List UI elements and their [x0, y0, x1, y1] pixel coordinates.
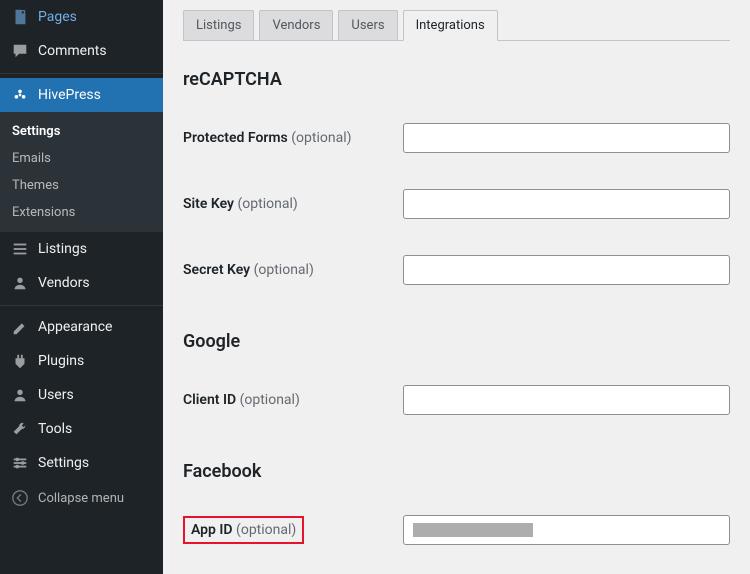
menu-label: Pages — [38, 9, 77, 25]
tools-icon — [10, 419, 30, 439]
redacted-value — [413, 523, 533, 537]
menu-label: HivePress — [38, 87, 101, 103]
section-recaptcha: reCAPTCHA Protected Forms (optional) Sit… — [163, 41, 750, 303]
menu-label: Plugins — [38, 353, 84, 369]
tab-listings[interactable]: Listings — [183, 10, 254, 40]
menu-listings[interactable]: Listings — [0, 232, 163, 266]
input-client-id[interactable] — [403, 385, 730, 415]
label-app-id: App ID (optional) — [183, 516, 403, 544]
settings-icon — [10, 453, 30, 473]
submenu-extensions[interactable]: Extensions — [0, 199, 163, 226]
hivepress-icon — [10, 85, 30, 105]
menu-appearance[interactable]: Appearance — [0, 310, 163, 344]
input-protected-forms[interactable] — [403, 123, 730, 153]
section-facebook: Facebook App ID (optional) Save Changes — [163, 433, 750, 574]
section-title-google: Google — [183, 321, 730, 367]
label-site-key: Site Key (optional) — [183, 196, 403, 212]
menu-users[interactable]: Users — [0, 378, 163, 412]
admin-sidebar: Pages Comments HivePress Settings Emails… — [0, 0, 163, 574]
tab-vendors[interactable]: Vendors — [259, 10, 333, 40]
collapse-label: Collapse menu — [38, 491, 124, 506]
label-protected-forms: Protected Forms (optional) — [183, 130, 403, 146]
menu-tools[interactable]: Tools — [0, 412, 163, 446]
menu-label: Tools — [38, 421, 72, 437]
menu-label: Users — [38, 387, 74, 403]
menu-pages[interactable]: Pages — [0, 0, 163, 34]
menu-label: Appearance — [38, 319, 112, 335]
users-icon — [10, 385, 30, 405]
menu-settings[interactable]: Settings — [0, 446, 163, 480]
section-google: Google Client ID (optional) — [163, 303, 750, 433]
section-title-facebook: Facebook — [183, 451, 730, 497]
menu-comments[interactable]: Comments — [0, 34, 163, 68]
row-protected-forms: Protected Forms (optional) — [183, 105, 730, 171]
hivepress-submenu: Settings Emails Themes Extensions — [0, 112, 163, 232]
label-secret-key: Secret Key (optional) — [183, 262, 403, 278]
appearance-icon — [10, 317, 30, 337]
row-site-key: Site Key (optional) — [183, 171, 730, 237]
input-secret-key[interactable] — [403, 255, 730, 285]
comments-icon — [10, 41, 30, 61]
content-area: Listings Vendors Users Integrations reCA… — [163, 0, 750, 574]
menu-label: Listings — [38, 241, 87, 257]
menu-hivepress[interactable]: HivePress — [0, 78, 163, 112]
menu-vendors[interactable]: Vendors — [0, 266, 163, 300]
listings-icon — [10, 239, 30, 259]
collapse-icon — [10, 488, 30, 508]
input-site-key[interactable] — [403, 189, 730, 219]
menu-label: Settings — [38, 455, 89, 471]
row-secret-key: Secret Key (optional) — [183, 237, 730, 303]
row-client-id: Client ID (optional) — [183, 367, 730, 433]
section-title-recaptcha: reCAPTCHA — [183, 59, 730, 105]
tab-integrations[interactable]: Integrations — [403, 10, 498, 41]
menu-plugins[interactable]: Plugins — [0, 344, 163, 378]
menu-label: Vendors — [38, 275, 90, 291]
row-app-id: App ID (optional) — [183, 497, 730, 563]
tab-users[interactable]: Users — [338, 10, 397, 40]
pages-icon — [10, 7, 30, 27]
submenu-settings[interactable]: Settings — [0, 118, 163, 145]
collapse-menu[interactable]: Collapse menu — [0, 480, 163, 516]
submenu-emails[interactable]: Emails — [0, 145, 163, 172]
label-client-id: Client ID (optional) — [183, 392, 403, 408]
submenu-themes[interactable]: Themes — [0, 172, 163, 199]
plugins-icon — [10, 351, 30, 371]
menu-label: Comments — [38, 43, 107, 59]
vendors-icon — [10, 273, 30, 293]
tabs-nav: Listings Vendors Users Integrations — [163, 0, 750, 40]
